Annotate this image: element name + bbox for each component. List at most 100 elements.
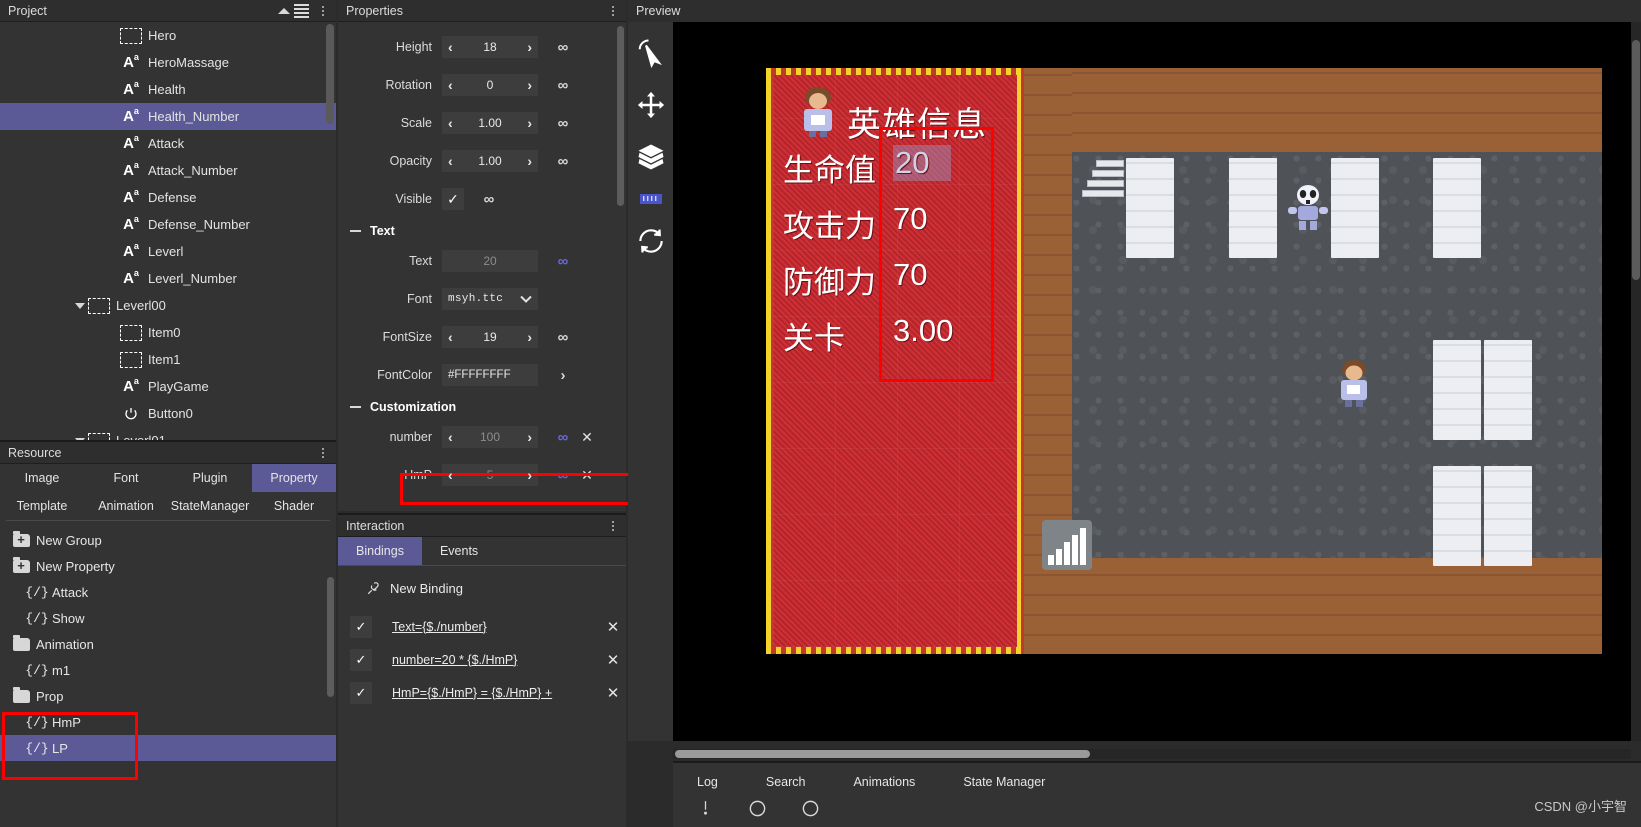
resource-tab-font[interactable]: Font (84, 464, 168, 492)
bottom-tab-log[interactable]: Log (697, 775, 718, 789)
more-icon[interactable] (318, 5, 328, 17)
properties-scrollbar[interactable] (617, 26, 624, 206)
stage-vertical-scroll-thumb[interactable] (1632, 40, 1640, 280)
chevron-right-icon[interactable]: › (552, 367, 574, 384)
tree-row[interactable]: Item0 (0, 319, 336, 346)
decrement-button[interactable]: ‹ (448, 153, 453, 169)
tree-row[interactable]: Button0 (0, 400, 336, 427)
resource-list-item[interactable]: {/} HmP (0, 709, 336, 735)
spinner-field[interactable]: ‹ 1.00 › (442, 112, 538, 134)
spinner-field[interactable]: ‹ 0 › (442, 74, 538, 96)
tree-row[interactable]: Aa Leverl_Number (0, 265, 336, 292)
ruler-icon[interactable] (634, 192, 668, 206)
binding-expression[interactable]: HmP={$./HmP} = {$./HmP} + (392, 686, 600, 700)
link-off-icon[interactable]: ∞ (552, 39, 574, 56)
resource-list-item[interactable]: {/} Attack (0, 579, 336, 605)
binding-checkbox[interactable]: ✓ (350, 648, 372, 671)
game-stage[interactable]: 英雄信息 生命值 20 攻击力 70 防御力 70 关卡 3.00 (673, 22, 1641, 741)
info-icon[interactable] (697, 799, 714, 823)
link-off-icon[interactable]: ∞ (552, 77, 574, 94)
resource-list-item[interactable]: New Property (0, 553, 336, 579)
resource-list-item[interactable]: {/} Show (0, 605, 336, 631)
more-icon[interactable] (608, 5, 618, 17)
spinner-field[interactable]: ‹ 100 › (442, 426, 538, 448)
resource-list-item[interactable]: {/} m1 (0, 657, 336, 683)
more-icon[interactable] (608, 520, 618, 532)
spinner-field[interactable]: ‹ 1.00 › (442, 150, 538, 172)
tree-row[interactable]: Leverl01 (0, 427, 336, 440)
resource-list-item[interactable]: {/} LP (0, 735, 336, 761)
resource-scrollbar[interactable] (327, 577, 334, 697)
collapse-icon[interactable] (278, 7, 290, 14)
binding-remove-button[interactable]: ✕ (600, 684, 626, 702)
link-on-icon[interactable]: ∞ (552, 429, 574, 446)
tree-row[interactable]: Aa Health (0, 76, 336, 103)
cursor-icon[interactable] (634, 36, 668, 70)
link-off-icon[interactable]: ∞ (552, 329, 574, 346)
remove-property-button[interactable]: ✕ (578, 429, 596, 446)
refresh-icon[interactable] (634, 224, 668, 258)
binding-checkbox[interactable]: ✓ (350, 681, 372, 704)
resource-list-item[interactable]: Animation (0, 631, 336, 657)
bottom-tab-search[interactable]: Search (766, 775, 806, 789)
tree-row[interactable]: Aa Defense (0, 184, 336, 211)
binding-checkbox[interactable]: ✓ (350, 615, 372, 638)
bottom-tab-state-manager[interactable]: State Manager (963, 775, 1045, 789)
bottom-tab-animations[interactable]: Animations (853, 775, 915, 789)
decrement-button[interactable]: ‹ (448, 115, 453, 131)
stage-horizontal-scroll-thumb[interactable] (675, 750, 1090, 758)
tree-row[interactable]: Aa Defense_Number (0, 211, 336, 238)
tree-row[interactable]: Aa Health_Number (0, 103, 336, 130)
link-off-icon[interactable]: ∞ (552, 153, 574, 170)
increment-button[interactable]: › (527, 115, 532, 131)
decrement-button[interactable]: ‹ (448, 467, 453, 483)
tree-row[interactable]: Item1 (0, 346, 336, 373)
binding-remove-button[interactable]: ✕ (600, 651, 626, 669)
resource-tab-property[interactable]: Property (252, 464, 336, 492)
decrement-button[interactable]: ‹ (448, 329, 453, 345)
decrement-button[interactable]: ‹ (448, 429, 453, 445)
increment-button[interactable]: › (527, 429, 532, 445)
link-on-icon[interactable]: ∞ (552, 467, 574, 484)
stats-bar-icon[interactable] (1042, 520, 1092, 570)
color-input[interactable]: #FFFFFFFF (442, 364, 538, 386)
section-text[interactable]: Text (338, 218, 626, 242)
resource-tab-template[interactable]: Template (0, 492, 84, 520)
error-icon[interactable] (801, 799, 820, 823)
warning-icon[interactable] (748, 799, 767, 823)
increment-button[interactable]: › (527, 467, 532, 483)
resource-tab-image[interactable]: Image (0, 464, 84, 492)
move-icon[interactable] (634, 88, 668, 122)
interaction-tab-events[interactable]: Events (422, 537, 496, 565)
new-binding-button[interactable]: New Binding (338, 566, 626, 610)
text-input[interactable]: 20 (442, 250, 538, 272)
chevron-down-icon[interactable] (520, 292, 532, 306)
link-off-icon[interactable]: ∞ (478, 191, 500, 208)
tree-row[interactable]: Aa Attack_Number (0, 157, 336, 184)
resource-tab-plugin[interactable]: Plugin (168, 464, 252, 492)
increment-button[interactable]: › (527, 329, 532, 345)
increment-button[interactable]: › (527, 39, 532, 55)
section-customization[interactable]: Customization (338, 394, 626, 418)
resource-list-item[interactable]: New Group (0, 527, 336, 553)
decrement-button[interactable]: ‹ (448, 39, 453, 55)
link-off-icon[interactable]: ∞ (552, 115, 574, 132)
increment-button[interactable]: › (527, 77, 532, 93)
binding-expression[interactable]: Text={$./number} (392, 620, 600, 634)
layers-icon[interactable] (634, 140, 668, 174)
link-on-icon[interactable]: ∞ (552, 253, 574, 270)
spinner-field[interactable]: ‹ 19 › (442, 326, 538, 348)
list-icon[interactable] (294, 3, 309, 18)
spinner-field[interactable]: ‹ 18 › (442, 36, 538, 58)
remove-property-button[interactable]: ✕ (578, 467, 596, 484)
tree-row[interactable]: Aa PlayGame (0, 373, 336, 400)
binding-expression[interactable]: number=20 * {$./HmP} (392, 653, 600, 667)
font-select[interactable]: msyh.ttc (442, 288, 538, 310)
resource-tab-statemanager[interactable]: StateManager (168, 492, 252, 520)
visible-checkbox[interactable]: ✓ (442, 188, 464, 210)
tree-row[interactable]: Leverl00 (0, 292, 336, 319)
more-icon[interactable] (318, 447, 328, 459)
tree-row[interactable]: Aa Leverl (0, 238, 336, 265)
chevron-down-icon[interactable] (75, 302, 85, 309)
interaction-tab-bindings[interactable]: Bindings (338, 537, 422, 565)
